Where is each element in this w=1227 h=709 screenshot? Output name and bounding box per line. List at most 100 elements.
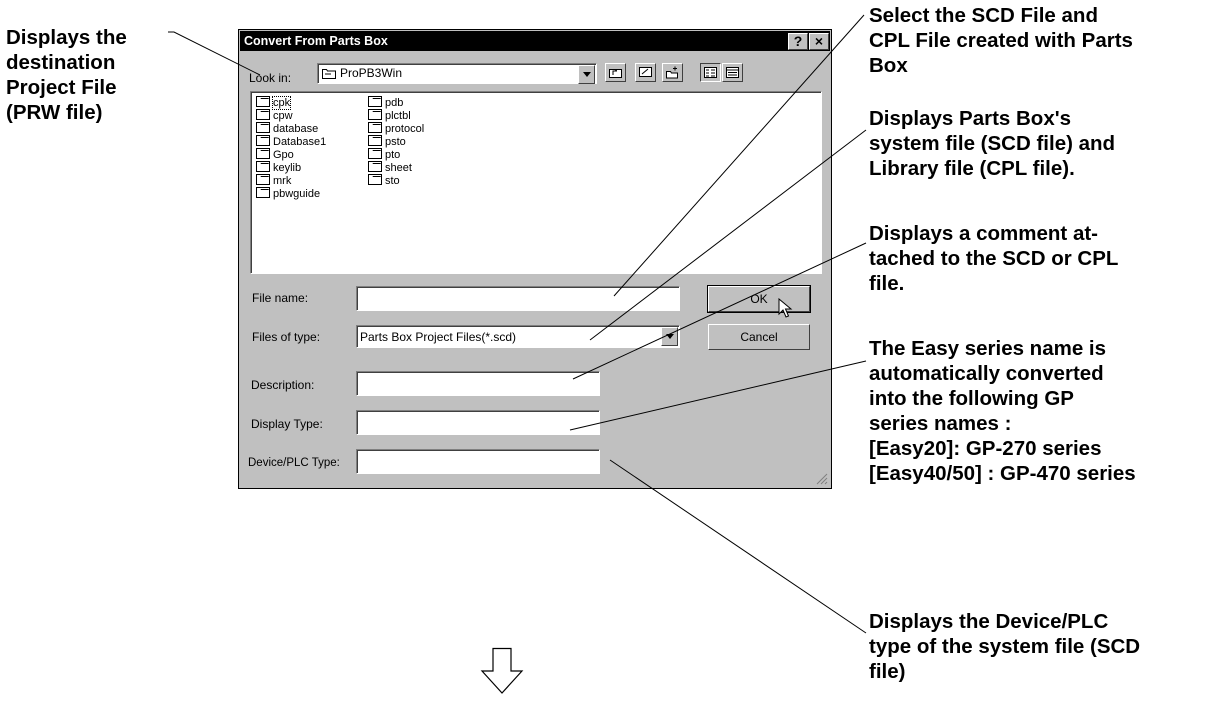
callout-line: file. bbox=[869, 272, 905, 295]
display-type-label: Display Type: bbox=[251, 417, 323, 431]
callout-line: Displays the bbox=[6, 26, 127, 49]
callout-line: [Easy20]: GP-270 series bbox=[869, 437, 1102, 460]
list-item[interactable]: mrk bbox=[256, 174, 291, 188]
file-name: cpk bbox=[271, 96, 292, 110]
device-plc-type-field bbox=[356, 449, 600, 474]
files-of-type-value: Parts Box Project Files(*.scd) bbox=[360, 330, 517, 344]
files-of-type-label: Files of type: bbox=[252, 330, 321, 344]
file-list[interactable]: cpk cpw database Database1 Gpo keylib mr… bbox=[250, 91, 822, 274]
folder-icon bbox=[368, 135, 382, 146]
callout-line: system file (SCD file) and bbox=[869, 132, 1116, 155]
look-in-dropdown-button[interactable] bbox=[578, 65, 595, 84]
cancel-button[interactable]: Cancel bbox=[708, 324, 810, 350]
callout-line: Displays Parts Box's bbox=[869, 107, 1071, 130]
callout-line: (PRW file) bbox=[6, 101, 103, 124]
files-of-type-combo[interactable]: Parts Box Project Files(*.scd) bbox=[356, 325, 680, 348]
list-item[interactable]: psto bbox=[368, 135, 406, 149]
folder-icon bbox=[256, 148, 270, 159]
callout-line: Select the SCD File and bbox=[869, 4, 1098, 27]
callout-line: destination bbox=[6, 51, 116, 74]
list-view-button[interactable] bbox=[700, 63, 721, 82]
file-name: keylib bbox=[273, 162, 302, 174]
list-item[interactable]: Database1 bbox=[256, 135, 326, 149]
folder-icon bbox=[256, 109, 270, 120]
callout-line: [Easy40/50] : GP-470 series bbox=[869, 462, 1136, 485]
file-name: mrk bbox=[273, 175, 292, 187]
callout-line: The Easy series name is bbox=[869, 337, 1107, 360]
list-item[interactable]: plctbl bbox=[368, 109, 411, 123]
ok-button[interactable]: OK bbox=[707, 285, 811, 313]
callout-system-library-file: Displays Parts Box's system file (SCD fi… bbox=[869, 106, 1115, 181]
up-one-level-button[interactable] bbox=[605, 63, 626, 82]
file-name-label: File name: bbox=[252, 291, 309, 305]
callout-line: Displays the Device/PLC bbox=[869, 610, 1109, 633]
list-item[interactable]: database bbox=[256, 122, 318, 136]
file-name: pbwguide bbox=[273, 188, 321, 200]
callout-line: series names : bbox=[869, 412, 1012, 435]
list-item[interactable]: protocol bbox=[368, 122, 424, 136]
files-of-type-dropdown-button[interactable] bbox=[661, 327, 678, 346]
display-type-field bbox=[356, 410, 600, 435]
callout-line: Library file (CPL file). bbox=[869, 157, 1075, 180]
callout-line: automatically converted bbox=[869, 362, 1104, 385]
look-in-combo[interactable]: ProPB3Win bbox=[317, 63, 597, 84]
callout-destination-project-file: Displays the destination Project File (P… bbox=[6, 25, 127, 125]
folder-icon bbox=[368, 96, 382, 107]
list-item[interactable]: cpw bbox=[256, 109, 293, 123]
list-item[interactable]: sto bbox=[368, 174, 400, 188]
look-in-label: Look in: bbox=[249, 71, 292, 85]
dialog-title: Convert From Parts Box bbox=[244, 34, 388, 48]
details-view-icon bbox=[726, 67, 739, 78]
callout-line: type of the system file (SCD bbox=[869, 635, 1141, 658]
look-in-value: ProPB3Win bbox=[340, 66, 403, 80]
folder-icon bbox=[256, 161, 270, 172]
callout-line: CPL File created with Parts bbox=[869, 29, 1133, 52]
folder-icon bbox=[368, 161, 382, 172]
folder-icon bbox=[256, 187, 270, 198]
list-item[interactable]: cpk bbox=[256, 96, 292, 110]
callout-line: Displays a comment at- bbox=[869, 222, 1098, 245]
list-item[interactable]: Gpo bbox=[256, 148, 294, 162]
folder-icon bbox=[368, 174, 382, 185]
list-view-icon bbox=[704, 67, 717, 78]
callout-line: tached to the SCD or CPL bbox=[869, 247, 1119, 270]
file-name-input[interactable] bbox=[356, 286, 680, 311]
list-item[interactable]: pdb bbox=[368, 96, 403, 110]
list-item[interactable]: pbwguide bbox=[256, 187, 320, 201]
folder-icon bbox=[322, 69, 336, 79]
desktop-button[interactable] bbox=[635, 63, 656, 82]
callout-easy-series: The Easy series name is automatically co… bbox=[869, 336, 1136, 486]
convert-from-parts-box-dialog: Convert From Parts Box ? × Look in: ProP… bbox=[238, 29, 832, 489]
list-item[interactable]: sheet bbox=[368, 161, 412, 175]
file-name: Gpo bbox=[273, 149, 294, 161]
dialog-title-bar[interactable]: Convert From Parts Box ? × bbox=[240, 31, 830, 51]
file-name: psto bbox=[385, 136, 406, 148]
create-new-folder-button[interactable] bbox=[662, 63, 683, 82]
list-item[interactable]: keylib bbox=[256, 161, 301, 175]
callout-line: Box bbox=[869, 54, 908, 77]
folder-icon bbox=[368, 122, 382, 133]
mouse-cursor-icon bbox=[778, 298, 793, 318]
description-field bbox=[356, 371, 600, 396]
description-label: Description: bbox=[251, 378, 315, 392]
folder-icon bbox=[256, 96, 270, 107]
new-folder-icon bbox=[666, 66, 678, 79]
up-folder-icon bbox=[609, 69, 622, 78]
folder-icon bbox=[368, 148, 382, 159]
help-button[interactable]: ? bbox=[788, 33, 808, 50]
folder-icon bbox=[368, 109, 382, 120]
device-plc-type-label: Device/PLC Type: bbox=[248, 457, 340, 469]
list-item[interactable]: pto bbox=[368, 148, 400, 162]
desktop-icon bbox=[639, 67, 652, 77]
callout-line: file) bbox=[869, 660, 906, 683]
file-name: protocol bbox=[385, 123, 425, 135]
file-name: Database1 bbox=[273, 136, 327, 148]
resize-grip-icon[interactable] bbox=[816, 473, 828, 485]
details-view-button[interactable] bbox=[722, 63, 743, 82]
file-name: sto bbox=[385, 175, 400, 187]
file-name: plctbl bbox=[385, 110, 411, 122]
file-name: pto bbox=[385, 149, 401, 161]
callout-device-plc-type: Displays the Device/PLC type of the syst… bbox=[869, 609, 1140, 684]
file-name: sheet bbox=[385, 162, 412, 174]
close-button[interactable]: × bbox=[809, 33, 829, 50]
